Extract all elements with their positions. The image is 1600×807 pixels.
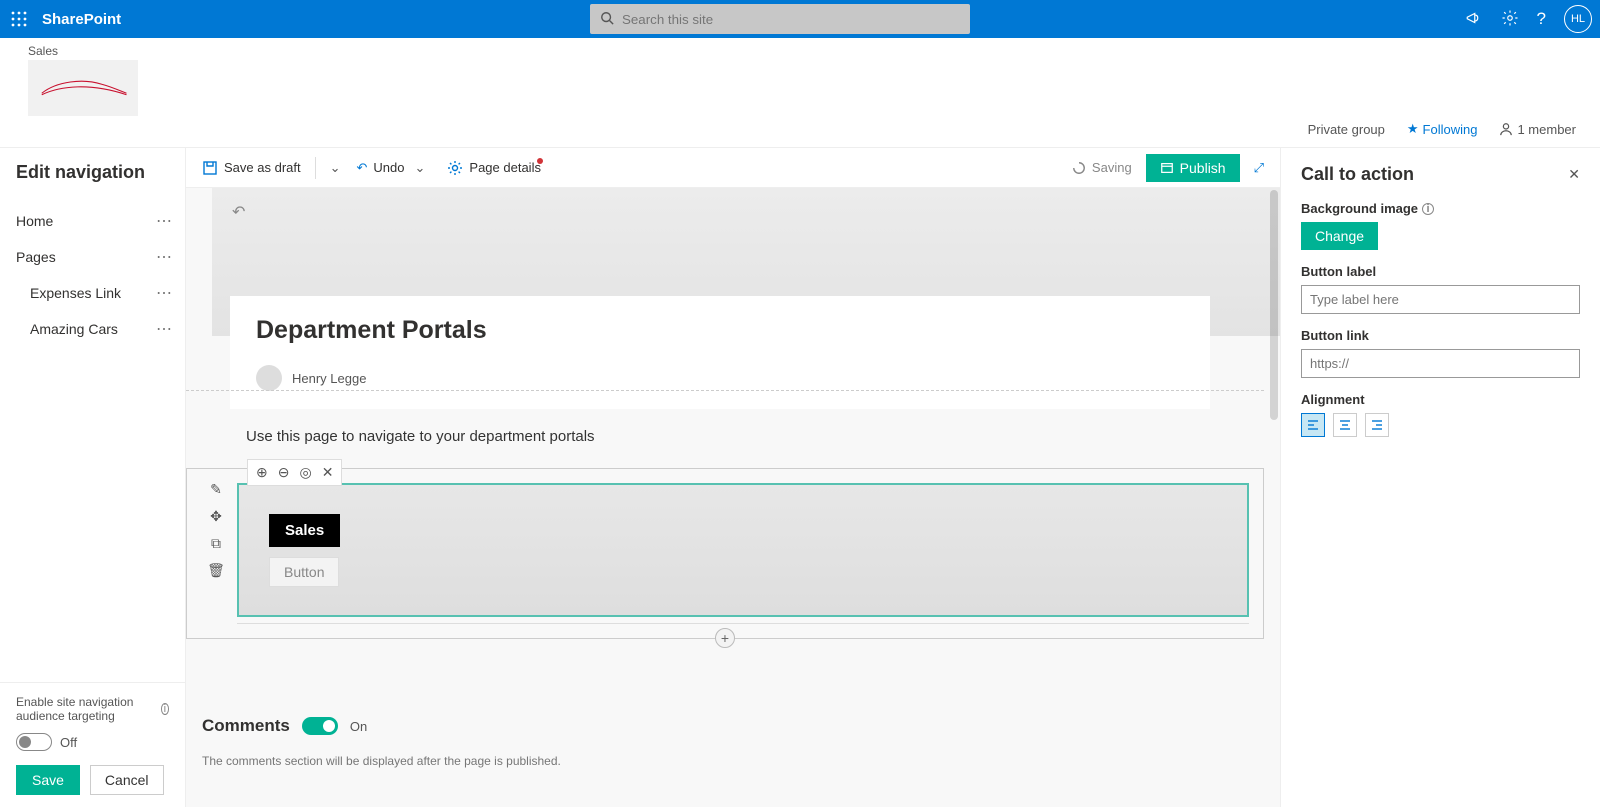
- cta-section: + ✎ ✥ ⧉ 🗑 ⊕ ⊖ ◎ ✕ ✎ ✥ ⧉: [186, 468, 1264, 639]
- help-icon[interactable]: ?: [1537, 9, 1546, 29]
- add-webpart-button[interactable]: +: [715, 628, 735, 648]
- intro-text-webpart[interactable]: Use this page to navigate to your depart…: [246, 428, 595, 445]
- property-pane: Call to action ✕ Background image i Chan…: [1280, 148, 1600, 807]
- image-toolbar: ⊕ ⊖ ◎ ✕: [247, 459, 342, 486]
- move-webpart-icon[interactable]: ✥: [205, 508, 227, 525]
- toggle-label: Off: [60, 735, 77, 750]
- expand-icon[interactable]: ⤢: [1254, 160, 1264, 176]
- audience-targeting-toggle[interactable]: [16, 733, 52, 751]
- spinner-icon: [1072, 161, 1086, 175]
- nav-save-button[interactable]: Save: [16, 765, 80, 795]
- cta-title-input[interactable]: Sales: [269, 514, 340, 547]
- author-name: Henry Legge: [292, 371, 366, 386]
- nav-cancel-button[interactable]: Cancel: [90, 765, 164, 795]
- app-name[interactable]: SharePoint: [42, 11, 121, 28]
- comments-heading: Comments: [202, 716, 290, 736]
- scrollbar[interactable]: [1270, 190, 1278, 420]
- edit-webpart-icon[interactable]: ✎: [205, 481, 227, 498]
- following-toggle[interactable]: ★ Following: [1407, 121, 1478, 137]
- site-metadata: Private group ★ Following 1 member: [1308, 121, 1576, 137]
- button-label-heading: Button label: [1301, 264, 1580, 279]
- nav-title: Edit navigation: [16, 162, 185, 183]
- change-image-button[interactable]: Change: [1301, 222, 1378, 250]
- info-icon[interactable]: i: [161, 703, 169, 715]
- search-icon: [600, 11, 614, 28]
- search-input[interactable]: [622, 12, 960, 27]
- comments-note: The comments section will be displayed a…: [202, 754, 1264, 768]
- site-header: Sales Private group ★ Following 1 member: [0, 38, 1600, 148]
- alignment-group: [1301, 413, 1580, 437]
- align-left-button[interactable]: [1301, 413, 1325, 437]
- gear-icon[interactable]: [1501, 9, 1519, 30]
- save-as-draft-button[interactable]: Save as draft: [202, 160, 301, 176]
- more-icon[interactable]: ⋯: [156, 319, 173, 339]
- align-right-button[interactable]: [1365, 413, 1389, 437]
- button-link-input[interactable]: [1301, 349, 1580, 378]
- page-title[interactable]: Department Portals: [256, 316, 1184, 345]
- nav-footer: Enable site navigation audience targetin…: [0, 682, 185, 807]
- page-canvas: ↶ Department Portals Henry Legge + Use t…: [186, 188, 1280, 807]
- close-pane-icon[interactable]: ✕: [1568, 166, 1580, 183]
- command-bar: Save as draft ⌄ ↶ Undo ⌄ Page details Sa…: [186, 148, 1280, 188]
- zoom-out-icon[interactable]: ⊖: [278, 464, 290, 481]
- clear-banner-icon[interactable]: ↶: [232, 202, 245, 222]
- undo-dropdown[interactable]: ⌄: [415, 160, 426, 176]
- bg-image-label: Background image i: [1301, 201, 1580, 216]
- focal-point-icon[interactable]: ◎: [299, 464, 311, 481]
- undo-icon: ↶: [357, 160, 368, 176]
- site-name: Sales: [28, 44, 138, 58]
- left-navigation: Edit navigation Home⋯ Pages⋯ Expenses Li…: [0, 148, 185, 807]
- more-icon[interactable]: ⋯: [156, 247, 173, 267]
- comments-toggle[interactable]: [302, 717, 338, 735]
- pane-title: Call to action: [1301, 164, 1414, 185]
- save-draft-dropdown[interactable]: ⌄: [330, 160, 341, 176]
- undo-button[interactable]: ↶ Undo: [357, 160, 405, 176]
- align-center-button[interactable]: [1333, 413, 1357, 437]
- button-link-heading: Button link: [1301, 328, 1580, 343]
- nav-item-pages[interactable]: Pages⋯: [16, 239, 185, 275]
- author-avatar: [256, 365, 282, 391]
- webpart-toolbar: ✎ ✥ ⧉ 🗑: [205, 481, 227, 579]
- person-icon: [1499, 122, 1513, 136]
- nav-item-expenses[interactable]: Expenses Link⋯: [16, 275, 185, 311]
- nav-item-amazing-cars[interactable]: Amazing Cars⋯: [16, 311, 185, 347]
- app-launcher-icon[interactable]: [0, 0, 38, 38]
- alignment-heading: Alignment: [1301, 392, 1580, 407]
- zoom-in-icon[interactable]: ⊕: [256, 464, 268, 481]
- gear-icon: [447, 160, 463, 176]
- suite-bar: SharePoint ? HL: [0, 0, 1600, 38]
- nav-item-home[interactable]: Home⋯: [16, 203, 185, 239]
- call-to-action-webpart[interactable]: Sales Button: [237, 483, 1249, 617]
- site-logo[interactable]: [28, 60, 138, 116]
- comments-toggle-label: On: [350, 719, 367, 734]
- duplicate-webpart-icon[interactable]: ⧉: [205, 535, 227, 552]
- saving-indicator: Saving: [1072, 160, 1132, 175]
- info-icon[interactable]: i: [1422, 203, 1434, 215]
- cta-button-placeholder[interactable]: Button: [269, 557, 339, 587]
- star-icon: ★: [1407, 121, 1419, 137]
- delete-webpart-icon[interactable]: 🗑: [205, 562, 227, 579]
- publish-button[interactable]: Publish: [1146, 154, 1240, 182]
- user-avatar[interactable]: HL: [1564, 5, 1592, 33]
- audience-targeting-label: Enable site navigation audience targetin…: [16, 695, 169, 723]
- save-icon: [202, 160, 218, 176]
- search-box[interactable]: [590, 4, 970, 34]
- members-link[interactable]: 1 member: [1499, 122, 1576, 137]
- button-label-input[interactable]: [1301, 285, 1580, 314]
- title-area[interactable]: Department Portals Henry Legge: [230, 296, 1210, 409]
- megaphone-icon[interactable]: [1465, 9, 1483, 30]
- webpart-block: ⊕ ⊖ ◎ ✕ ✎ ✥ ⧉ 🗑 Sales Button: [186, 468, 1264, 639]
- remove-image-icon[interactable]: ✕: [322, 464, 334, 481]
- page-details-button[interactable]: Page details: [447, 160, 541, 176]
- comments-region: Comments On The comments section will be…: [202, 716, 1264, 768]
- more-icon[interactable]: ⋯: [156, 283, 173, 303]
- more-icon[interactable]: ⋯: [156, 211, 173, 231]
- privacy-label: Private group: [1308, 122, 1385, 137]
- suite-right-icons: ? HL: [1465, 0, 1592, 38]
- publish-icon: [1160, 161, 1174, 175]
